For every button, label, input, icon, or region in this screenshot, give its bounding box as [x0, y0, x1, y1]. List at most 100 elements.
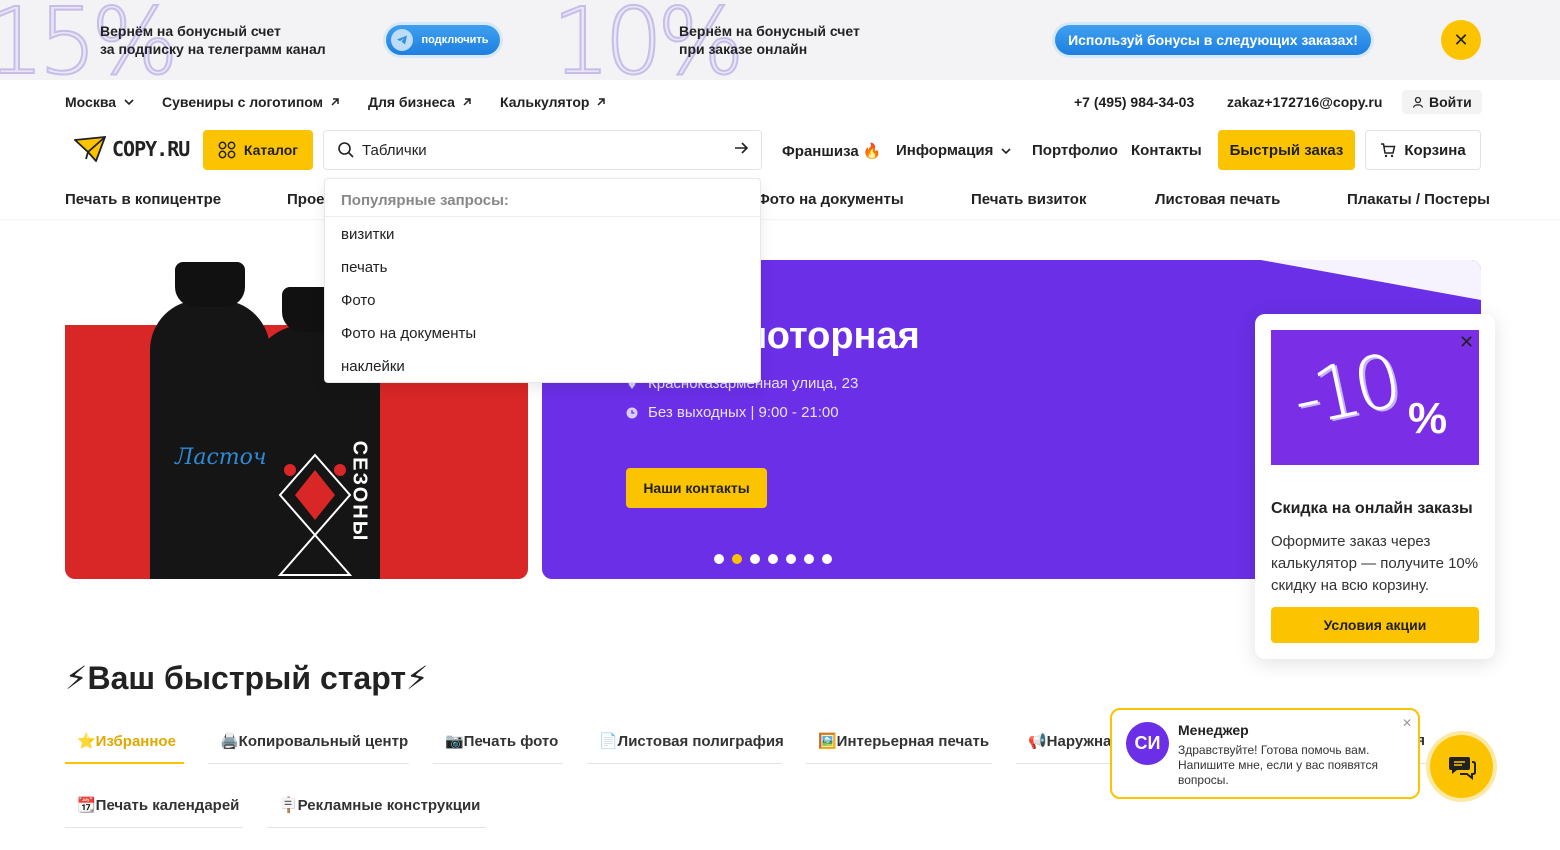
use-bonus-button[interactable]: Используй бонусы в следующих заказах! — [1055, 25, 1371, 55]
promo-online-text: Вернём на бонусный счет при заказе онлай… — [679, 22, 860, 58]
subnav-sheet-print[interactable]: Листовая печать — [1155, 191, 1280, 208]
header-divider — [0, 219, 1560, 221]
logo[interactable]: COPY.RU — [74, 136, 190, 162]
souvenirs-link[interactable]: Сувениры с логотипом — [162, 94, 341, 110]
tab-calendars[interactable]: 📆Печать календарей — [65, 788, 243, 828]
promo-telegram-text: Вернём на бонусный счет за подписку на т… — [100, 22, 326, 58]
promo-telegram-line1: Вернём на бонусный счет — [100, 23, 281, 39]
promo-terms-button[interactable]: Условия акции — [1271, 607, 1479, 643]
business-label: Для бизнеса — [368, 94, 455, 110]
catalog-button[interactable]: Каталог — [203, 130, 313, 170]
discount-popup: -10 % ✕ Скидка на онлайн заказы Оформите… — [1255, 314, 1495, 659]
subnav-document-photo[interactable]: Фото на документы — [757, 191, 904, 208]
subnav-business-cards[interactable]: Печать визиток — [971, 191, 1086, 208]
discount-image: -10 % — [1271, 330, 1479, 465]
suggestion-item[interactable]: визитки — [325, 217, 760, 250]
carousel-dots — [714, 554, 832, 564]
franchise-link[interactable]: Франшиза 🔥 — [782, 142, 882, 160]
search-suggestions: Популярные запросы: визитки печать Фото … — [324, 178, 761, 383]
connect-telegram-button[interactable]: подключить — [386, 25, 500, 55]
external-arrow-icon — [463, 98, 471, 106]
carousel-dot[interactable] — [822, 554, 832, 564]
tab-photo-print[interactable]: 📷Печать фото — [433, 724, 563, 764]
suggestion-item[interactable]: Фото — [325, 283, 760, 316]
close-icon: ✕ — [1402, 716, 1413, 730]
discount-image-number: -10 — [1285, 338, 1404, 444]
chat-widget[interactable]: СИ Менеджер Здравствуйте! Готова помочь … — [1110, 708, 1420, 799]
tab-favorites[interactable]: ⭐Избранное — [65, 724, 184, 764]
promo-online-line1: Вернём на бонусный счет — [679, 23, 860, 39]
tab-copy-center[interactable]: 🖨️Копировальный центр — [208, 724, 409, 764]
search-input[interactable] — [362, 141, 722, 159]
chat-open-button[interactable] — [1430, 735, 1493, 798]
carousel-dot[interactable] — [804, 554, 814, 564]
catalog-label: Каталог — [243, 142, 299, 158]
bottle-print-text: СЕЗОНЫ — [348, 440, 371, 543]
phone-link[interactable]: +7 (495) 984-34-03 — [1074, 94, 1194, 110]
fast-order-button[interactable]: Быстрый заказ — [1218, 130, 1355, 170]
login-button[interactable]: Войти — [1402, 90, 1482, 114]
banner-corner-decoration — [1261, 260, 1481, 300]
suggestion-item[interactable]: Фото на документы — [325, 316, 760, 349]
ornament-pattern — [277, 453, 353, 576]
email-link[interactable]: zakaz+172716@copy.ru — [1227, 94, 1382, 110]
subnav-posters[interactable]: Плакаты / Постеры — [1347, 191, 1490, 208]
suggestion-item[interactable]: печать — [325, 250, 760, 283]
close-popup-button[interactable]: ✕ — [1459, 332, 1474, 353]
clock-icon — [626, 407, 638, 418]
calculator-label: Калькулятор — [500, 94, 590, 110]
connect-telegram-label: подключить — [421, 34, 489, 46]
popup-title: Скидка на онлайн заказы — [1271, 500, 1473, 517]
tab-ad-structures[interactable]: 🪧Рекламные конструкции — [267, 788, 486, 828]
contacts-link[interactable]: Контакты — [1131, 142, 1202, 159]
cart-icon — [1381, 143, 1396, 158]
subnav-copy-center[interactable]: Печать в копицентре — [65, 191, 221, 208]
info-menu[interactable]: Информация — [896, 142, 1013, 159]
search-submit-arrow-icon[interactable] — [733, 140, 749, 161]
close-promo-button[interactable]: ✕ — [1441, 20, 1481, 60]
city-label: Москва — [65, 94, 117, 110]
top-nav: Москва Сувениры с логотипом Для бизнеса … — [65, 90, 1482, 114]
souvenirs-label: Сувениры с логотипом — [162, 94, 323, 110]
chevron-down-icon — [1001, 147, 1011, 154]
tab-sheet-printing[interactable]: 📄Листовая полиграфия — [587, 724, 784, 764]
cart-label: Корзина — [1404, 141, 1466, 159]
close-chat-button[interactable]: ✕ — [1402, 716, 1412, 730]
tab-interior-print[interactable]: 🖼️Интерьерная печать — [806, 724, 992, 764]
search-box — [323, 130, 762, 170]
carousel-dot[interactable] — [750, 554, 760, 564]
banner-hours: Без выходных | 9:00 - 21:00 — [626, 404, 839, 421]
subnav-projects[interactable]: Прое — [287, 191, 324, 208]
logo-text: COPY.RU — [112, 137, 190, 161]
suggestion-item[interactable]: наклейки — [325, 349, 760, 382]
grid-icon — [218, 141, 236, 159]
calculator-link[interactable]: Калькулятор — [500, 94, 607, 110]
business-link[interactable]: Для бизнеса — [368, 94, 473, 110]
carousel-dot[interactable] — [714, 554, 724, 564]
paper-plane-icon — [74, 136, 106, 162]
our-contacts-button[interactable]: Наши контакты — [626, 468, 767, 508]
external-arrow-icon — [597, 98, 606, 106]
search-icon — [336, 140, 356, 160]
popup-text: Оформите заказ через калькулятор — получ… — [1271, 533, 1479, 594]
discount-image-percent: % — [1408, 394, 1448, 443]
user-icon — [1412, 96, 1424, 108]
promo-telegram-line2: за подписку на телеграмм канал — [100, 41, 326, 57]
bottle-print-label: Ласточ — [175, 445, 267, 470]
carousel-dot[interactable] — [732, 554, 742, 564]
cart-button[interactable]: Корзина — [1365, 130, 1481, 170]
tab-outdoor[interactable]: 📢Наружна — [1016, 724, 1116, 764]
manager-avatar: СИ — [1126, 722, 1169, 765]
close-icon: ✕ — [1453, 29, 1469, 50]
telegram-icon — [391, 29, 413, 51]
carousel-dot[interactable] — [768, 554, 778, 564]
chevron-down-icon — [124, 99, 134, 106]
login-label: Войти — [1429, 94, 1472, 110]
city-select[interactable]: Москва — [65, 94, 136, 110]
portfolio-link[interactable]: Портфолио — [1032, 142, 1118, 159]
chat-message: Здравствуйте! Готова помочь вам. Напишит… — [1178, 743, 1379, 787]
external-arrow-icon — [331, 98, 339, 106]
info-label: Информация — [896, 142, 994, 159]
carousel-dot[interactable] — [786, 554, 796, 564]
close-icon: ✕ — [1459, 332, 1475, 352]
